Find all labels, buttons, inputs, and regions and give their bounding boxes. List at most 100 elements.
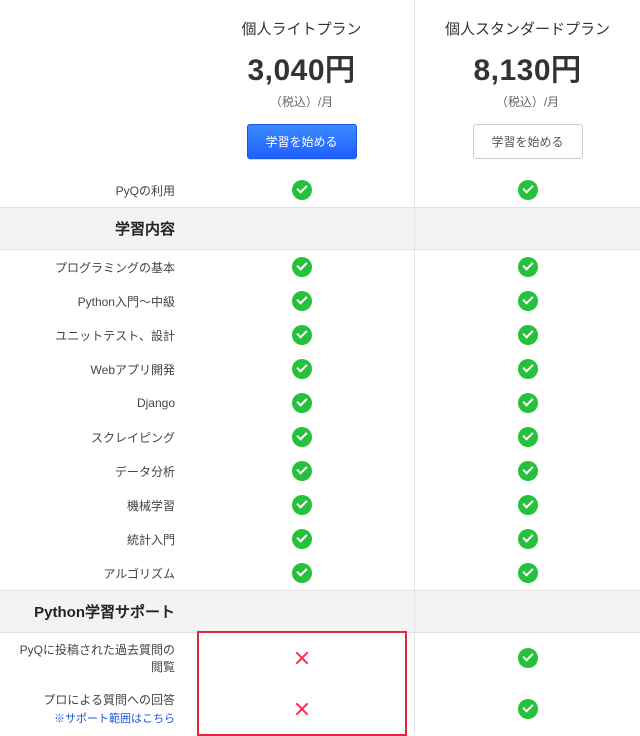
feature-label-cell: プロによる質問への回答 ※サポート範囲はこちら (0, 683, 189, 734)
feature-label-cell: 機械学習 (0, 488, 189, 522)
check-icon (292, 257, 312, 277)
check-icon (292, 359, 312, 379)
feature-cell (415, 352, 640, 386)
check-icon (518, 648, 538, 668)
feature-cell (189, 318, 415, 352)
check-icon (518, 180, 538, 200)
check-icon (292, 495, 312, 515)
cross-icon (292, 648, 312, 668)
plan-price: 8,130円 (473, 45, 581, 89)
feature-label-cell: データ分析 (0, 454, 189, 488)
feature-label: PyQの利用 (116, 184, 175, 198)
feature-label: プロによる質問への回答 (43, 693, 175, 707)
section-cell-spacer (189, 208, 415, 249)
feature-label: スクレイピング (91, 431, 175, 445)
plan-tax-note: （税込）/月 (270, 93, 333, 110)
feature-row: Django (0, 386, 640, 420)
cross-icon (292, 699, 312, 719)
check-icon (292, 529, 312, 549)
feature-row: PyQに投稿された過去質問の閲覧 (0, 633, 640, 683)
check-icon (292, 461, 312, 481)
feature-cell (415, 556, 640, 590)
feature-row: プログラミングの基本 (0, 250, 640, 284)
check-icon (518, 461, 538, 481)
check-icon (292, 427, 312, 447)
section-cell-spacer (189, 591, 415, 632)
feature-label-cell: Python入門〜中級 (0, 284, 189, 318)
check-icon (292, 291, 312, 311)
feature-cell (415, 488, 640, 522)
check-icon (518, 427, 538, 447)
feature-label-cell: ユニットテスト、設計 (0, 318, 189, 352)
start-learning-button[interactable]: 学習を始める (473, 124, 583, 159)
feature-cell (415, 284, 640, 318)
check-icon (292, 393, 312, 413)
check-icon (292, 563, 312, 583)
feature-label-cell: PyQに投稿された過去質問の閲覧 (0, 633, 189, 683)
section-header-row: Python学習サポート (0, 590, 640, 633)
feature-label-cell: プログラミングの基本 (0, 250, 189, 284)
feature-cell (415, 683, 640, 734)
check-icon (518, 257, 538, 277)
feature-label: Python入門〜中級 (78, 295, 175, 309)
check-icon (518, 699, 538, 719)
feature-cell (189, 488, 415, 522)
feature-row: 統計入門 (0, 522, 640, 556)
feature-cell (415, 386, 640, 420)
plan-column: 個人スタンダードプラン8,130円（税込）/月学習を始める (415, 0, 640, 173)
feature-label-cell: アルゴリズム (0, 556, 189, 590)
feature-label-cell: PyQの利用 (0, 173, 189, 207)
feature-cell (189, 522, 415, 556)
header-label-spacer (0, 0, 189, 173)
feature-cell (189, 386, 415, 420)
plan-name: 個人スタンダードプラン (445, 18, 610, 39)
feature-row: アルゴリズム (0, 556, 640, 590)
feature-cell (415, 173, 640, 207)
feature-cell (189, 633, 415, 683)
check-icon (518, 393, 538, 413)
plans-header-row: 個人ライトプラン3,040円（税込）/月学習を始める個人スタンダードプラン8,1… (0, 0, 640, 173)
feature-row: スクレイピング (0, 420, 640, 454)
check-icon (518, 325, 538, 345)
section-header-row: 学習内容 (0, 207, 640, 250)
check-icon (292, 325, 312, 345)
feature-cell (189, 352, 415, 386)
feature-cell (415, 318, 640, 352)
feature-cell (415, 250, 640, 284)
feature-cell (415, 454, 640, 488)
check-icon (518, 563, 538, 583)
feature-row: データ分析 (0, 454, 640, 488)
feature-label: 機械学習 (127, 499, 175, 513)
feature-row: Python入門〜中級 (0, 284, 640, 318)
feature-label: Webアプリ開発 (91, 363, 175, 377)
feature-label-cell: スクレイピング (0, 420, 189, 454)
start-learning-button[interactable]: 学習を始める (247, 124, 357, 159)
check-icon (518, 359, 538, 379)
feature-label: データ分析 (115, 465, 175, 479)
feature-label: PyQに投稿された過去質問の閲覧 (20, 643, 175, 674)
feature-cell (415, 522, 640, 556)
feature-cell (189, 420, 415, 454)
check-icon (518, 291, 538, 311)
feature-label-cell: 統計入門 (0, 522, 189, 556)
feature-label: プログラミングの基本 (55, 261, 175, 275)
plan-column: 個人ライトプラン3,040円（税込）/月学習を始める (189, 0, 415, 173)
check-icon (518, 495, 538, 515)
check-icon (292, 180, 312, 200)
feature-label-cell: Webアプリ開発 (0, 352, 189, 386)
feature-cell (415, 420, 640, 454)
feature-label-cell: Django (0, 386, 189, 420)
feature-cell (189, 173, 415, 207)
feature-label: 統計入門 (127, 533, 175, 547)
feature-cell (189, 556, 415, 590)
section-cell-spacer (415, 208, 640, 249)
feature-row: 機械学習 (0, 488, 640, 522)
feature-label: アルゴリズム (103, 567, 175, 581)
feature-cell (415, 633, 640, 683)
section-title: Python学習サポート (0, 591, 189, 632)
support-scope-link[interactable]: ※サポート範囲はこちら (43, 710, 175, 726)
feature-cell (189, 250, 415, 284)
plan-price: 3,040円 (247, 45, 355, 89)
feature-row: プロによる質問への回答 ※サポート範囲はこちら (0, 683, 640, 734)
feature-cell (189, 284, 415, 318)
